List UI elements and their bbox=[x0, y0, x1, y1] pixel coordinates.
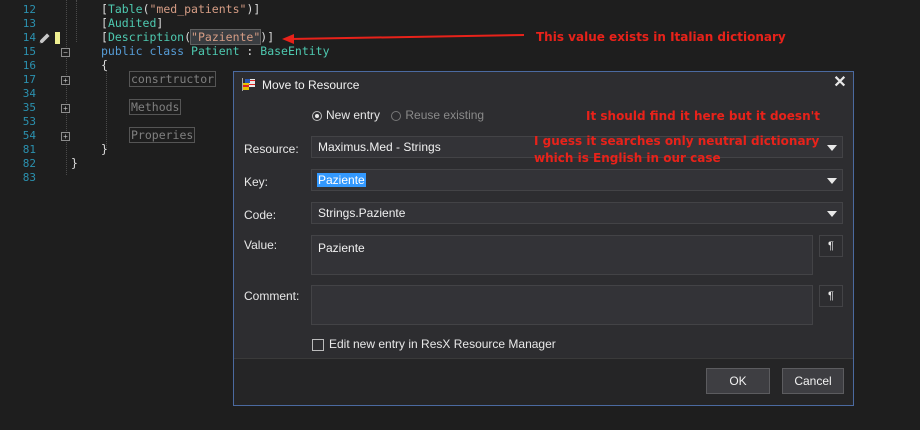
resource-label: Resource: bbox=[244, 142, 299, 156]
value-label: Value: bbox=[244, 238, 278, 252]
annotation-note: It should find it here but it doesn't bbox=[586, 109, 821, 123]
annotation-note: which is English in our case bbox=[534, 151, 721, 165]
annotation-note: This value exists in Italian dictionary bbox=[536, 30, 786, 44]
edit-in-resx-checkbox[interactable]: Edit new entry in ResX Resource Manager bbox=[312, 337, 556, 351]
radio-reuse-existing[interactable]: Reuse existing bbox=[391, 108, 484, 122]
entry-mode-radio-group: New entry Reuse existing bbox=[312, 108, 484, 122]
cancel-button[interactable]: Cancel bbox=[782, 368, 844, 394]
checkbox-unchecked-icon bbox=[312, 338, 324, 351]
comment-multiline-button[interactable]: ¶ bbox=[819, 285, 843, 307]
code-dropdown[interactable]: Strings.Paziente bbox=[311, 202, 843, 224]
radio-unselected-icon bbox=[391, 110, 402, 121]
annotation-note: I guess it searches only neutral diction… bbox=[534, 134, 820, 148]
annotation-arrowhead-1 bbox=[282, 34, 294, 44]
code-label: Code: bbox=[244, 208, 277, 222]
annotation-arrow-1 bbox=[289, 34, 525, 40]
dialog-titlebar[interactable]: Move to Resource ✕ bbox=[234, 72, 853, 96]
dialog-footer: OK Cancel bbox=[234, 358, 853, 405]
value-multiline-button[interactable]: ¶ bbox=[819, 235, 843, 257]
resource-flag-icon bbox=[242, 78, 255, 91]
radio-selected-icon bbox=[312, 110, 322, 121]
chevron-down-icon bbox=[827, 145, 837, 151]
comment-textarea[interactable] bbox=[311, 285, 813, 325]
chevron-down-icon bbox=[827, 178, 837, 184]
dialog-title: Move to Resource bbox=[262, 78, 360, 92]
key-label: Key: bbox=[244, 175, 269, 189]
comment-label: Comment: bbox=[244, 289, 300, 303]
value-textarea[interactable]: Paziente bbox=[311, 235, 813, 275]
ok-button[interactable]: OK bbox=[706, 368, 770, 394]
close-icon[interactable]: ✕ bbox=[831, 73, 849, 93]
key-combobox[interactable]: Paziente bbox=[311, 169, 843, 191]
chevron-down-icon bbox=[827, 211, 837, 217]
radio-new-entry[interactable]: New entry bbox=[312, 108, 383, 122]
